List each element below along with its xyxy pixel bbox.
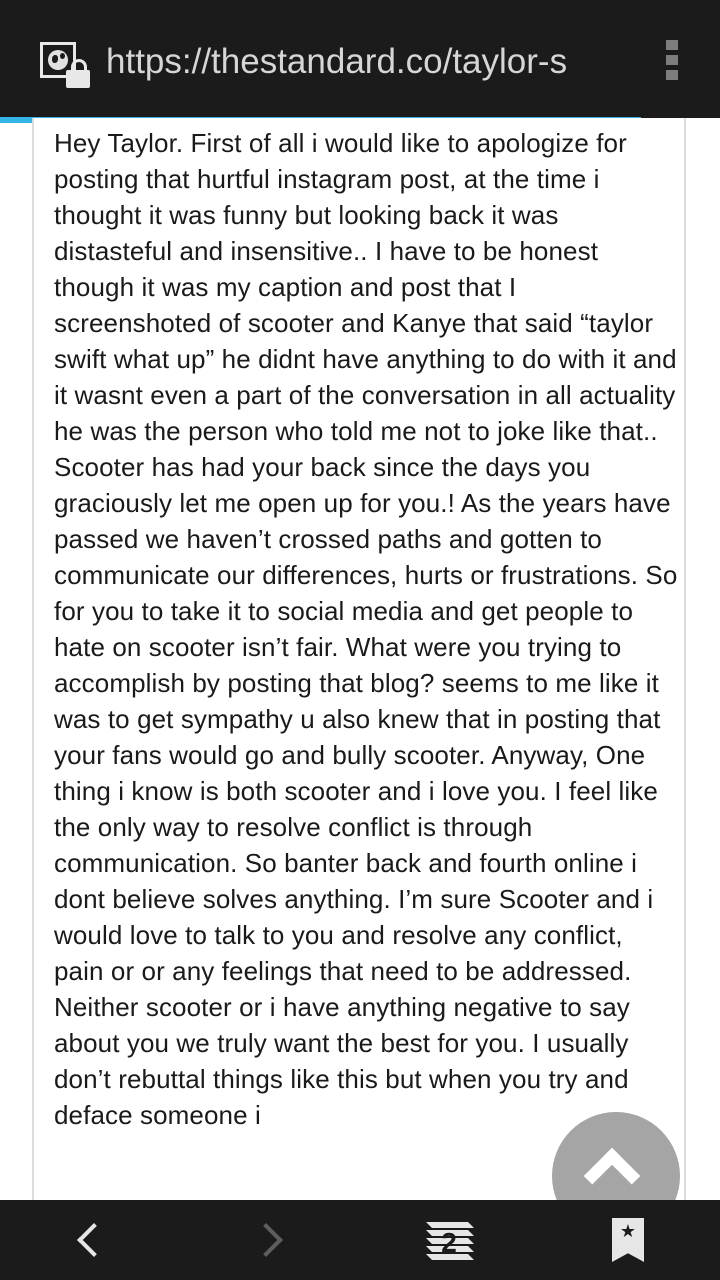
tab-count: 2 (441, 1227, 457, 1258)
tabs-button[interactable]: 2 (406, 1200, 496, 1280)
bookmark-star-icon: ★ (612, 1218, 644, 1262)
bottom-navigation: 2 ★ (0, 1200, 720, 1280)
lock-icon (66, 59, 90, 88)
chevron-left-icon (77, 1223, 111, 1257)
article-body: Hey Taylor. First of all i would like to… (54, 128, 678, 1130)
article-content: Hey Taylor. First of all i would like to… (32, 118, 686, 1200)
globe-icon (48, 50, 68, 70)
back-button[interactable] (44, 1200, 134, 1280)
bookmark-button[interactable]: ★ (584, 1200, 674, 1280)
forward-button[interactable] (226, 1200, 316, 1280)
chevron-up-icon (583, 1147, 641, 1205)
chevron-right-icon (249, 1223, 283, 1257)
overflow-menu-icon[interactable] (664, 40, 680, 80)
url-toolbar: https://thestandard.co/taylor-s (0, 0, 720, 118)
tabs-icon: 2 (426, 1222, 474, 1260)
url-field[interactable]: https://thestandard.co/taylor-s (106, 38, 606, 86)
